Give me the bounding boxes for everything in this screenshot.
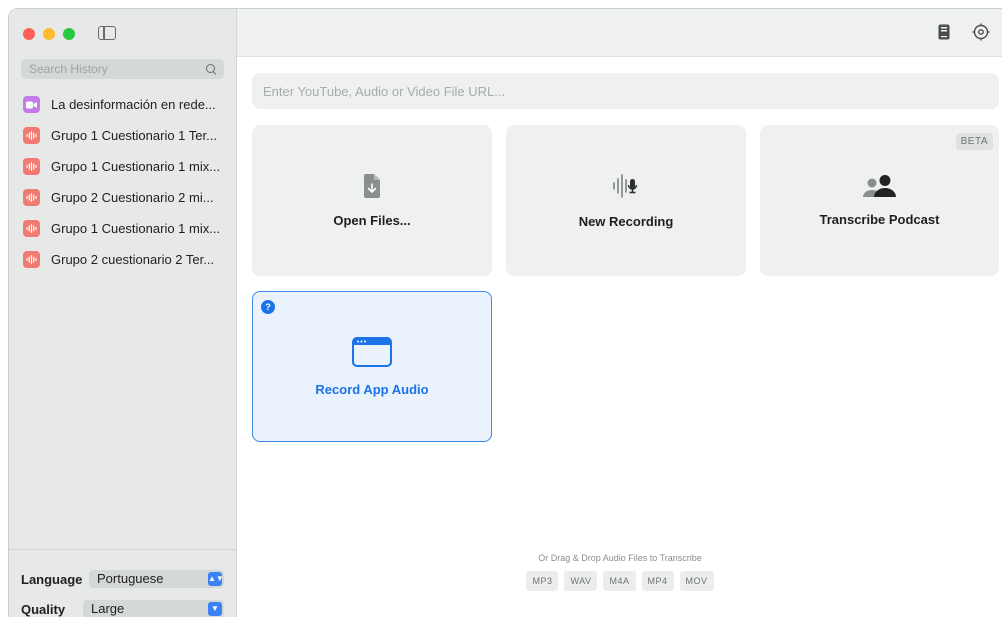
waveform-icon — [23, 189, 40, 206]
format-badge: MP4 — [641, 571, 674, 591]
supported-formats: MP3 WAV M4A MP4 MOV — [237, 571, 1002, 591]
chevron-down-icon: ▼ — [208, 602, 222, 616]
sidebar-settings: Language Portuguese ▲▼ Quality Large ▼ — [9, 549, 237, 617]
language-select-value: Portuguese — [97, 571, 164, 586]
quality-row: Quality — [21, 602, 65, 617]
waveform-icon — [23, 158, 40, 175]
microphone-waveform-icon — [612, 173, 640, 204]
video-camera-icon — [23, 96, 40, 113]
language-row: Language — [21, 572, 82, 587]
history-item-label: Grupo 1 Cuestionario 1 mix... — [51, 159, 221, 174]
history-item[interactable]: Grupo 1 Cuestionario 1 mix... — [23, 151, 228, 182]
book-icon[interactable] — [938, 24, 950, 45]
quality-label: Quality — [21, 602, 66, 617]
history-item-label: Grupo 1 Cuestionario 1 mix... — [51, 221, 221, 236]
open-files-card[interactable]: Open Files... — [252, 125, 492, 276]
history-item-label: Grupo 2 cuestionario 2 Ter... — [51, 252, 215, 267]
format-badge: M4A — [603, 571, 636, 591]
people-icon — [862, 174, 898, 202]
format-badge: MOV — [679, 571, 714, 591]
search-placeholder: Search History — [29, 62, 108, 76]
quality-select[interactable]: Large ▼ — [83, 600, 224, 617]
waveform-icon — [23, 127, 40, 144]
language-select[interactable]: Portuguese ▲▼ — [89, 570, 224, 588]
gear-icon[interactable] — [972, 23, 990, 46]
new-recording-card[interactable]: New Recording — [506, 125, 746, 276]
minimize-window-button[interactable] — [43, 28, 55, 40]
select-chevron-icon: ▲▼ — [208, 572, 224, 586]
file-download-icon — [363, 173, 381, 203]
toolbar — [237, 9, 1002, 57]
search-history-input[interactable]: Search History — [21, 59, 224, 79]
format-badge: MP3 — [526, 571, 559, 591]
search-icon — [206, 64, 216, 74]
app-window: Search History La desinformación en rede… — [8, 8, 1002, 617]
history-item-label: Grupo 2 Cuestionario 2 mi... — [51, 190, 214, 205]
history-item[interactable]: Grupo 2 Cuestionario 2 mi... — [23, 182, 228, 213]
app-window-icon — [352, 336, 392, 372]
transcribe-podcast-card[interactable]: BETA Transcribe Podcast — [760, 125, 999, 276]
quality-select-value: Large — [91, 601, 125, 616]
sidebar: Search History La desinformación en rede… — [9, 9, 237, 617]
window-controls — [23, 28, 75, 40]
record-app-audio-label: Record App Audio — [315, 381, 429, 397]
language-label: Language — [21, 572, 83, 587]
history-item-label: La desinformación en rede... — [51, 97, 216, 112]
history-item[interactable]: La desinformación en rede... — [23, 89, 228, 120]
transcribe-podcast-label: Transcribe Podcast — [819, 211, 940, 227]
url-input[interactable] — [252, 73, 999, 109]
history-item[interactable]: Grupo 2 cuestionario 2 Ter... — [23, 244, 228, 275]
history-item-label: Grupo 1 Cuestionario 1 Ter... — [51, 128, 217, 143]
history-item[interactable]: Grupo 1 Cuestionario 1 mix... — [23, 213, 228, 244]
record-app-audio-card[interactable]: ? Record App Audio — [252, 291, 492, 442]
drop-hint: Or Drag & Drop Audio Files to Transcribe — [538, 553, 702, 563]
sidebar-toggle-icon[interactable] — [98, 26, 116, 40]
waveform-icon — [23, 251, 40, 268]
help-badge[interactable]: ? — [261, 300, 275, 314]
open-files-label: Open Files... — [333, 212, 411, 228]
history-item[interactable]: Grupo 1 Cuestionario 1 Ter... — [23, 120, 228, 151]
beta-badge: BETA — [955, 133, 993, 150]
history-list: La desinformación en rede... Grupo 1 Cue… — [23, 89, 228, 275]
zoom-window-button[interactable] — [63, 28, 75, 40]
format-badge: WAV — [564, 571, 598, 591]
waveform-icon — [23, 220, 40, 237]
close-window-button[interactable] — [23, 28, 35, 40]
new-recording-label: New Recording — [578, 213, 674, 229]
